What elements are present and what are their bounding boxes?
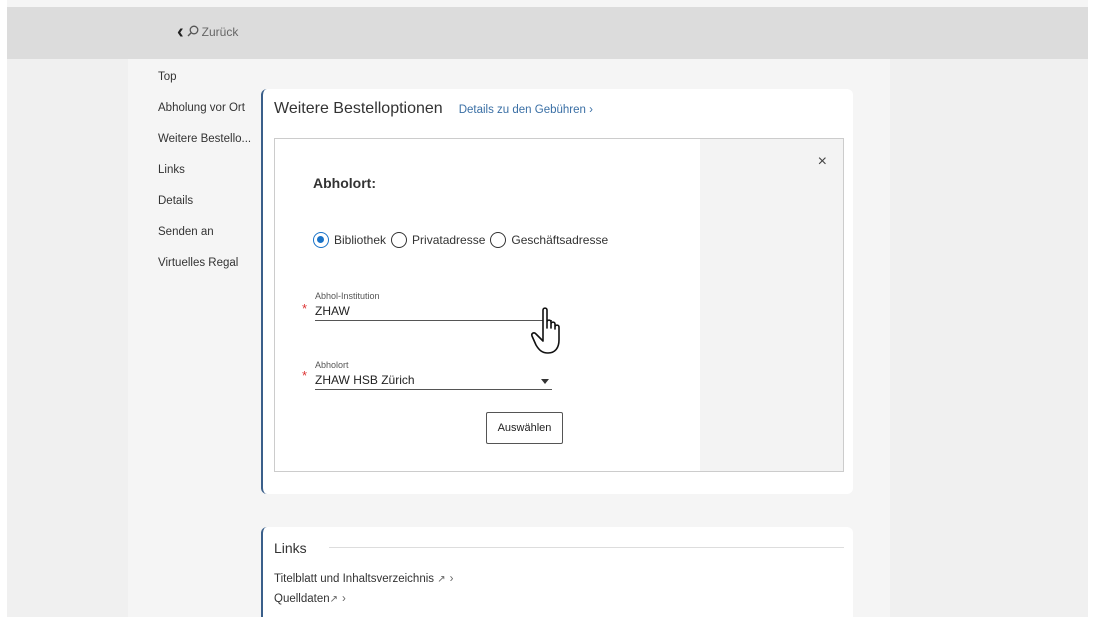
required-marker: *	[302, 368, 308, 383]
sidenav-item-details[interactable]: Details	[158, 190, 251, 221]
sidenav-item-order-options[interactable]: Weitere Bestello...	[158, 128, 251, 159]
sidenav-item-pickup[interactable]: Abholung vor Ort	[158, 97, 251, 128]
institution-input[interactable]: ZHAW	[315, 304, 552, 321]
pickup-location-field[interactable]: * Abholort ZHAW HSB Zürich	[302, 360, 552, 390]
chevron-left-icon: ‹	[177, 21, 184, 43]
left-edge	[0, 0, 7, 617]
links-title: Links	[274, 540, 307, 556]
section-title: Weitere Bestelloptionen	[274, 100, 443, 117]
hand-pointer-cursor-icon	[530, 306, 570, 363]
institution-field[interactable]: * Abhol-Institution ZHAW	[302, 291, 552, 321]
dialog-side-panel	[700, 139, 843, 471]
link-table-of-contents[interactable]: Titelblatt und Inhaltsverzeichnis ↗ ›	[274, 573, 453, 585]
pickup-location-label: Abholort	[315, 360, 349, 370]
institution-label: Abhol-Institution	[315, 291, 380, 301]
right-gutter	[890, 59, 1088, 617]
links-card: Links Titelblatt und Inhaltsverzeichnis …	[261, 527, 853, 617]
radio-business-address-label[interactable]: Geschäftsadresse	[511, 233, 608, 247]
search-icon	[187, 25, 199, 40]
sidenav-item-links[interactable]: Links	[158, 159, 251, 190]
fees-link[interactable]: Details zu den Gebühren ›	[459, 104, 593, 116]
select-button[interactable]: Auswählen	[486, 412, 563, 444]
close-icon[interactable]: ×	[818, 153, 827, 171]
sidenav-item-top[interactable]: Top	[158, 66, 251, 97]
left-gutter	[7, 59, 128, 617]
radio-private-address-label[interactable]: Privatadresse	[412, 233, 485, 247]
divider	[329, 547, 844, 548]
chevron-right-icon: ›	[449, 573, 454, 585]
order-options-heading: Weitere Bestelloptionen Details zu den G…	[274, 100, 593, 118]
back-label: Zurück	[201, 25, 239, 39]
link-source-data[interactable]: Quelldaten↗ ›	[274, 593, 346, 605]
right-edge	[1088, 0, 1095, 617]
sidenav-item-send-to[interactable]: Senden an	[158, 221, 251, 252]
radio-private-address[interactable]	[391, 232, 408, 248]
pickup-type-radiogroup: Bibliothek Privatadresse Geschäftsadress…	[313, 232, 613, 248]
required-marker: *	[302, 301, 308, 316]
radio-library[interactable]	[313, 232, 329, 248]
radio-library-label[interactable]: Bibliothek	[334, 233, 386, 247]
external-link-icon: ↗	[437, 574, 446, 585]
section-nav: Top Abholung vor Ort Weitere Bestello...…	[158, 66, 251, 283]
pickup-location-select[interactable]: ZHAW HSB Zürich	[315, 373, 552, 390]
sidenav-item-virtual-shelf[interactable]: Virtuelles Regal	[158, 252, 251, 283]
external-link-icon: ↗	[329, 594, 339, 605]
chevron-down-icon	[541, 379, 549, 384]
pickup-dialog: × Abholort: Bibliothek Privatadresse Ges…	[274, 138, 844, 472]
chevron-right-icon: ›	[342, 593, 346, 605]
top-bar: ‹ Zurück	[7, 7, 1088, 59]
radio-business-address[interactable]	[490, 232, 507, 248]
back-button[interactable]: ‹ Zurück	[177, 21, 239, 43]
dialog-heading: Abholort:	[313, 175, 376, 191]
